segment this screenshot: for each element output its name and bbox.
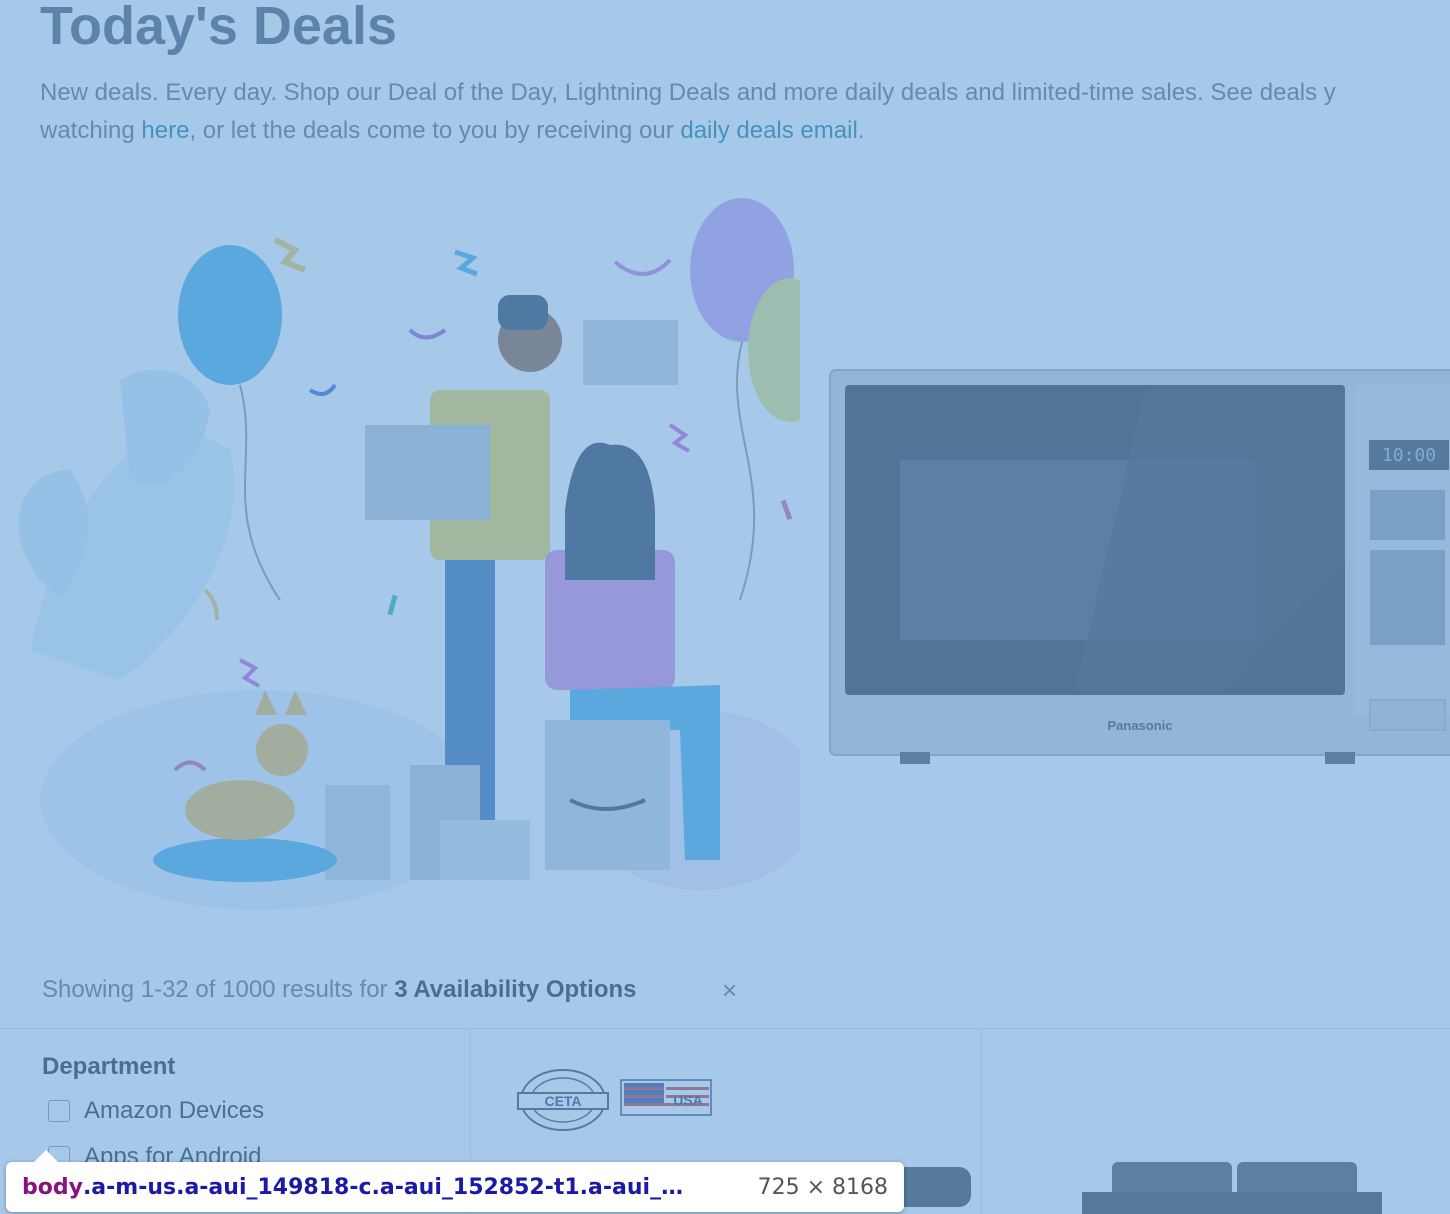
description-text: watching <box>40 117 142 144</box>
department-heading: Department <box>42 1053 176 1080</box>
clear-filter-icon[interactable]: × <box>722 975 737 1005</box>
element-classes: .a-m-us.a-aui_149818-c.a-aui_152852-t1.a… <box>82 1174 693 1200</box>
description-line-1: New deals. Every day. Shop our Deal of t… <box>40 79 1336 106</box>
microwave-display: 10:00 <box>1382 445 1436 466</box>
hero-banner[interactable]: 10:00 Panasonic <box>0 180 1450 910</box>
checkbox[interactable] <box>48 1100 70 1122</box>
element-tag: body <box>22 1174 83 1200</box>
celebration-illustration <box>18 198 800 910</box>
description-text: . <box>857 117 865 144</box>
microwave-product-image[interactable]: 10:00 Panasonic <box>825 360 1450 940</box>
daily-deals-email-link[interactable]: daily deals email <box>680 117 857 144</box>
product-card[interactable] <box>982 1028 1450 1214</box>
results-summary: Showing 1-32 of 1000 results for 3 Avail… <box>42 970 637 1010</box>
active-filter-label: 3 Availability Options <box>394 976 637 1003</box>
page-title: Today's Deals <box>40 0 397 56</box>
description-text: , or let the deals come to you by receiv… <box>189 117 681 144</box>
watching-here-link[interactable]: here <box>141 117 189 144</box>
devtools-inspect-tooltip: body .a-m-us.a-aui_149818-c.a-aui_152852-… <box>6 1150 904 1212</box>
filter-label: Amazon Devices <box>84 1097 265 1124</box>
results-count: Showing 1-32 of 1000 results for <box>42 976 395 1003</box>
product-image[interactable] <box>1082 1157 1382 1214</box>
element-size: 725 × 8168 <box>757 1174 888 1200</box>
ceta-badge-text: CETA <box>544 1093 581 1109</box>
deals-page: Today's Deals New deals. Every day. Shop… <box>0 0 1450 1214</box>
filter-amazon-devices[interactable]: Amazon Devices <box>48 1093 264 1129</box>
microwave-brand: Panasonic <box>1107 718 1172 733</box>
description-line-2: watching here, or let the deals come to … <box>40 112 1450 150</box>
usa-badge-text: USA <box>673 1092 703 1108</box>
certification-badges: CETA USA <box>517 1069 712 1131</box>
page-description: New deals. Every day. Shop our Deal of t… <box>40 74 1450 150</box>
